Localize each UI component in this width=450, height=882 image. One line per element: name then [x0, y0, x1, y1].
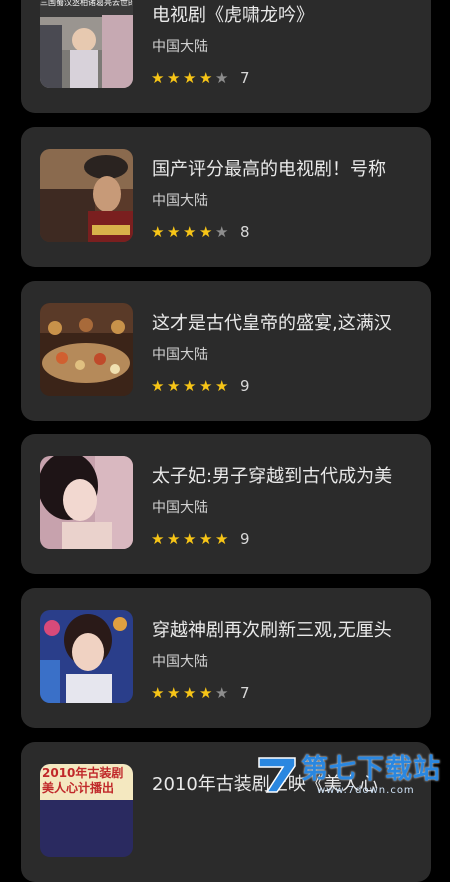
thumbnail-image — [40, 456, 133, 549]
drama-thumbnail[interactable]: 三国蜀汉丞相诸葛亮去世的时候 — [40, 0, 133, 88]
drama-title[interactable]: 穿越神剧再次刷新三观,无厘头 — [152, 620, 422, 642]
drama-list: 三国蜀汉丞相诸葛亮去世的时候 电视剧《虎啸龙吟》 中国大陆 ★ ★ ★ ★ ★ … — [0, 0, 450, 882]
star-icon: ★ — [167, 377, 181, 395]
star-icon: ★ — [151, 530, 165, 548]
rating-score: 7 — [240, 69, 250, 87]
drama-region: 中国大陆 — [152, 500, 208, 516]
star-icon: ★ — [151, 684, 165, 702]
drama-thumbnail[interactable] — [40, 149, 133, 242]
star-icon: ★ — [215, 377, 229, 395]
thumbnail-image — [40, 0, 133, 88]
drama-card[interactable]: 太子妃:男子穿越到古代成为美 中国大陆 ★ ★ ★ ★ ★ 9 — [21, 434, 431, 574]
star-icon: ★ — [215, 530, 229, 548]
rating: ★ ★ ★ ★ ★ 9 — [151, 377, 250, 395]
rating-score: 9 — [240, 377, 250, 395]
rating-score: 9 — [240, 530, 250, 548]
drama-card[interactable]: 三国蜀汉丞相诸葛亮去世的时候 电视剧《虎啸龙吟》 中国大陆 ★ ★ ★ ★ ★ … — [21, 0, 431, 113]
drama-region: 中国大陆 — [152, 654, 208, 670]
drama-card[interactable]: 这才是古代皇帝的盛宴,这满汉 中国大陆 ★ ★ ★ ★ ★ 9 — [21, 281, 431, 421]
thumbnail-image — [40, 149, 133, 242]
drama-region: 中国大陆 — [152, 347, 208, 363]
star-icon: ★ — [151, 377, 165, 395]
star-icon: ★ — [167, 530, 181, 548]
drama-title[interactable]: 这才是古代皇帝的盛宴,这满汉 — [152, 313, 422, 335]
star-icon: ★ — [199, 69, 213, 87]
drama-region: 中国大陆 — [152, 39, 208, 55]
rating: ★ ★ ★ ★ ★ 7 — [151, 69, 250, 87]
watermark-text: 第七下载站 — [301, 754, 441, 785]
star-icon: ★ — [215, 684, 229, 702]
drama-thumbnail[interactable] — [40, 610, 133, 703]
star-icon: ★ — [183, 684, 197, 702]
rating: ★ ★ ★ ★ ★ 9 — [151, 530, 250, 548]
star-icon: ★ — [167, 684, 181, 702]
thumbnail-caption: 2010年古装剧 美人心计播出 — [42, 766, 124, 795]
drama-card[interactable]: 国产评分最高的电视剧！号称 中国大陆 ★ ★ ★ ★ ★ 8 — [21, 127, 431, 267]
rating-score: 7 — [240, 684, 250, 702]
star-icon: ★ — [183, 69, 197, 87]
star-icon: ★ — [199, 530, 213, 548]
drama-title[interactable]: 太子妃:男子穿越到古代成为美 — [152, 466, 422, 488]
seven-logo-icon — [258, 757, 296, 793]
drama-thumbnail[interactable]: 2010年古装剧 美人心计播出 — [40, 764, 133, 857]
rating: ★ ★ ★ ★ ★ 7 — [151, 684, 250, 702]
site-watermark: 第七下载站 www.7down.com — [255, 752, 445, 798]
drama-title[interactable]: 电视剧《虎啸龙吟》 — [152, 5, 422, 27]
star-icon: ★ — [215, 69, 229, 87]
thumbnail-caption: 三国蜀汉丞相诸葛亮去世的时候 — [40, 0, 133, 7]
watermark-url: www.7down.com — [317, 785, 415, 796]
star-icon: ★ — [183, 530, 197, 548]
thumbnail-image — [40, 303, 133, 396]
drama-title[interactable]: 国产评分最高的电视剧！号称 — [152, 159, 422, 181]
star-icon: ★ — [183, 223, 197, 241]
star-icon: ★ — [199, 223, 213, 241]
thumbnail-image — [40, 610, 133, 703]
star-icon: ★ — [215, 223, 229, 241]
star-icon: ★ — [151, 223, 165, 241]
star-icon: ★ — [167, 69, 181, 87]
drama-thumbnail[interactable] — [40, 456, 133, 549]
rating-score: 8 — [240, 223, 250, 241]
drama-card[interactable]: 穿越神剧再次刷新三观,无厘头 中国大陆 ★ ★ ★ ★ ★ 7 — [21, 588, 431, 728]
rating: ★ ★ ★ ★ ★ 8 — [151, 223, 250, 241]
drama-region: 中国大陆 — [152, 193, 208, 209]
star-icon: ★ — [167, 223, 181, 241]
star-icon: ★ — [199, 684, 213, 702]
drama-thumbnail[interactable] — [40, 303, 133, 396]
star-icon: ★ — [151, 69, 165, 87]
star-icon: ★ — [183, 377, 197, 395]
star-icon: ★ — [199, 377, 213, 395]
